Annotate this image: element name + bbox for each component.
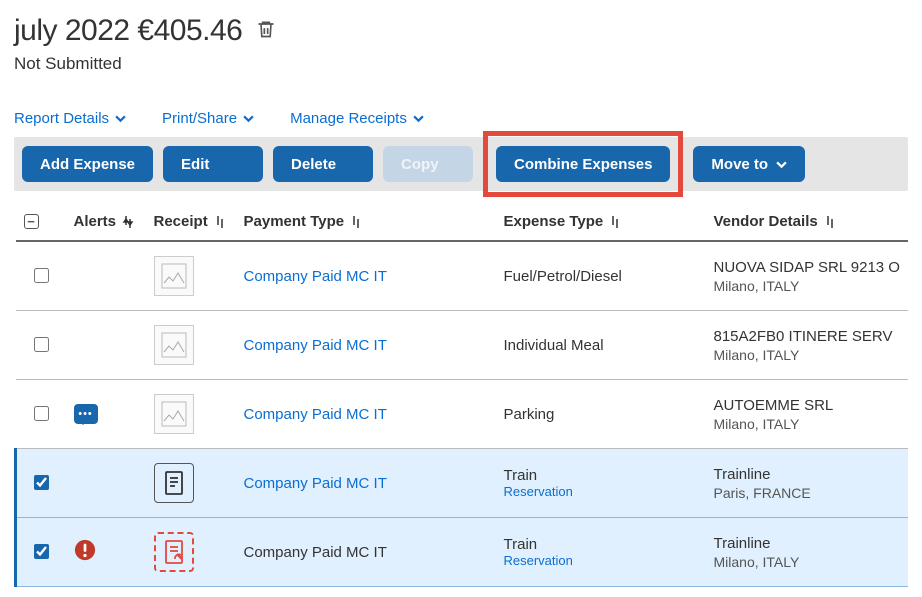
row-checkbox[interactable] xyxy=(34,406,49,421)
expense-table: − Alerts Receipt Payment Type Expense Ty… xyxy=(14,203,908,587)
delete-report-icon[interactable] xyxy=(256,18,276,45)
receipt-missing-icon[interactable] xyxy=(154,532,194,572)
payment-type-value[interactable]: Company Paid MC IT xyxy=(244,268,387,285)
error-alert-icon[interactable] xyxy=(74,548,96,565)
column-receipt[interactable]: Receipt xyxy=(146,203,236,241)
row-checkbox[interactable] xyxy=(34,337,49,352)
vendor-name: NUOVA SIDAP SRL 9213 O xyxy=(714,259,901,276)
expense-type-value: Individual Meal xyxy=(504,337,698,354)
expense-type-value: Fuel/Petrol/Diesel xyxy=(504,268,698,285)
sort-icon xyxy=(214,215,226,229)
payment-type-value[interactable]: Company Paid MC IT xyxy=(244,475,387,492)
payment-type-value[interactable]: Company Paid MC IT xyxy=(244,406,387,423)
table-row[interactable]: ••• Company Paid MC IT Parking AUTOEMME SRL… xyxy=(16,380,909,449)
column-alerts[interactable]: Alerts xyxy=(66,203,146,241)
sort-icon xyxy=(122,215,134,229)
sort-icon xyxy=(350,215,362,229)
sort-icon xyxy=(824,215,836,229)
vendor-name: Trainline xyxy=(714,535,901,552)
report-title: july 2022 €405.46 xyxy=(14,14,242,48)
add-expense-button[interactable]: Add Expense xyxy=(22,146,153,182)
row-checkbox[interactable] xyxy=(34,544,49,559)
receipt-thumbnail[interactable] xyxy=(154,394,194,434)
expense-type-value: Train xyxy=(504,467,698,484)
chevron-down-icon xyxy=(413,113,424,124)
move-to-button[interactable]: Move to xyxy=(693,146,805,182)
sort-icon xyxy=(609,215,621,229)
vendor-location: Milano, ITALY xyxy=(714,278,901,294)
report-header: july 2022 €405.46 xyxy=(14,14,908,48)
expense-subtype-link[interactable]: Reservation xyxy=(504,553,698,568)
payment-type-value[interactable]: Company Paid MC IT xyxy=(244,337,387,354)
vendor-name: Trainline xyxy=(714,466,901,483)
chevron-down-icon xyxy=(776,159,787,170)
column-payment-type[interactable]: Payment Type xyxy=(236,203,496,241)
receipt-thumbnail[interactable] xyxy=(154,325,194,365)
table-row[interactable]: Company Paid MC IT TrainReservation Trainl… xyxy=(16,449,909,518)
comment-alert-icon[interactable]: ••• xyxy=(74,404,98,424)
report-status: Not Submitted xyxy=(14,54,908,74)
vendor-location: Milano, ITALY xyxy=(714,416,901,432)
link-row: Report Details Print/Share Manage Receip… xyxy=(14,110,908,127)
delete-button[interactable]: Delete xyxy=(273,146,373,182)
combine-expenses-button[interactable]: Combine Expenses xyxy=(496,146,670,182)
edit-button[interactable]: Edit xyxy=(163,146,263,182)
action-toolbar: Add Expense Edit Delete Copy Combine Exp… xyxy=(14,137,908,191)
expense-type-value: Parking xyxy=(504,406,698,423)
payment-type-value: Company Paid MC IT xyxy=(244,544,387,561)
table-row[interactable]: Company Paid MC IT Individual Meal 815A2FB… xyxy=(16,311,909,380)
table-row[interactable]: Company Paid MC IT Fuel/Petrol/Diesel NUOV… xyxy=(16,241,909,311)
vendor-name: AUTOEMME SRL xyxy=(714,397,901,414)
expense-subtype-link[interactable]: Reservation xyxy=(504,484,698,499)
chevron-down-icon xyxy=(115,113,126,124)
column-select: − xyxy=(16,203,66,241)
vendor-name: 815A2FB0 ITINERE SERV xyxy=(714,328,901,345)
receipt-icon[interactable] xyxy=(154,463,194,503)
table-row[interactable]: Company Paid MC IT TrainReservation Trainl… xyxy=(16,518,909,587)
expense-type-value: Train xyxy=(504,536,698,553)
column-expense-type[interactable]: Expense Type xyxy=(496,203,706,241)
column-vendor-details[interactable]: Vendor Details xyxy=(706,203,909,241)
collapse-all-toggle[interactable]: − xyxy=(24,214,39,229)
copy-button: Copy xyxy=(383,146,473,182)
row-checkbox[interactable] xyxy=(34,475,49,490)
vendor-location: Paris, FRANCE xyxy=(714,485,901,501)
receipt-thumbnail[interactable] xyxy=(154,256,194,296)
vendor-location: Milano, ITALY xyxy=(714,554,901,570)
row-checkbox[interactable] xyxy=(34,268,49,283)
report-details-link[interactable]: Report Details xyxy=(14,110,126,127)
print-share-link[interactable]: Print/Share xyxy=(162,110,254,127)
chevron-down-icon xyxy=(243,113,254,124)
highlight-annotation: Combine Expenses xyxy=(483,131,683,197)
manage-receipts-link[interactable]: Manage Receipts xyxy=(290,110,424,127)
vendor-location: Milano, ITALY xyxy=(714,347,901,363)
